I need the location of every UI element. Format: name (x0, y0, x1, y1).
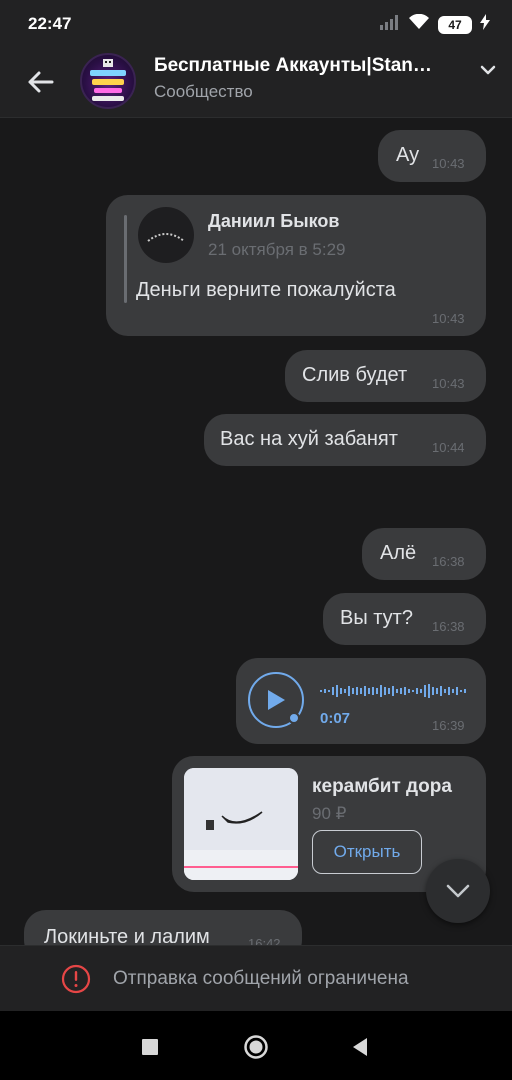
message-text: Локиньте и лалим (44, 926, 210, 945)
message-bubble[interactable]: Слив будет 10:43 (285, 350, 486, 402)
scroll-to-bottom-button[interactable] (426, 859, 490, 923)
status-time: 22:47 (28, 14, 72, 33)
open-product-button[interactable]: Открыть (312, 830, 422, 874)
waveform[interactable] (320, 682, 470, 700)
product-image[interactable] (184, 768, 298, 880)
recents-button[interactable] (134, 1031, 166, 1063)
message-bubble[interactable]: Ау 10:43 (378, 130, 486, 182)
message-text: Алё (380, 542, 417, 564)
message-time: 16:38 (432, 619, 465, 634)
message-text: Вы тут? (340, 607, 413, 629)
quote-author-avatar[interactable] (138, 207, 194, 263)
unplayed-dot (288, 712, 300, 724)
message-text: Ау (396, 144, 420, 166)
message-bubble-incoming[interactable]: Локиньте и лалим 16:42 (24, 910, 302, 945)
back-button[interactable] (20, 62, 60, 102)
voice-message[interactable]: 0:07 16:39 (236, 658, 486, 744)
battery-indicator: 47 (438, 15, 472, 34)
product-price: 90 ₽ (312, 804, 347, 823)
message-text: Вас на хуй забанят (220, 428, 398, 450)
message-time: 10:44 (432, 440, 465, 455)
quote-bar (124, 215, 127, 303)
chat-subtitle: Сообщество (154, 82, 253, 101)
product-title[interactable]: керамбит дора (312, 776, 452, 798)
status-icons: 47 (380, 13, 490, 35)
back-nav-button[interactable] (344, 1031, 376, 1063)
message-time: 10:43 (432, 156, 465, 171)
play-icon (268, 690, 285, 710)
error-icon (61, 964, 91, 994)
chat-header: Бесплатные Аккаунты|Stan… Сообщество (0, 50, 512, 118)
square-icon (142, 1039, 158, 1055)
chevron-down-icon (446, 884, 470, 898)
restriction-bar: Отправка сообщений ограничена (0, 945, 512, 1011)
message-bubble[interactable]: Вас на хуй забанят 10:44 (204, 414, 486, 466)
status-bar: 22:47 47 (0, 0, 512, 50)
message-text: Деньги верните пожалуйста (136, 279, 396, 301)
message-list[interactable]: Ау 10:43 Даниил Быков 21 октября в 5:29 … (0, 119, 512, 945)
community-logo (90, 59, 126, 101)
chevron-down-icon (480, 65, 496, 75)
charging-icon (480, 14, 490, 35)
product-preview (184, 768, 298, 880)
system-navigation-bar (0, 1011, 512, 1080)
voice-duration: 0:07 (320, 710, 351, 727)
header-menu-button[interactable] (474, 56, 502, 84)
signal-icon (380, 14, 400, 35)
message-bubble[interactable]: Алё 16:38 (362, 528, 486, 580)
message-bubble-forwarded[interactable]: Даниил Быков 21 октября в 5:29 Деньги ве… (106, 195, 486, 336)
chat-title[interactable]: Бесплатные Аккаунты|Stan… (154, 55, 470, 77)
triangle-back-icon (353, 1038, 367, 1056)
message-time: 10:43 (432, 376, 465, 391)
message-time: 16:42 (248, 936, 281, 945)
restriction-text: Отправка сообщений ограничена (113, 968, 409, 989)
circle-icon (244, 1035, 268, 1059)
message-time: 10:43 (432, 311, 465, 326)
quote-author-name[interactable]: Даниил Быков (208, 211, 339, 232)
arrow-left-icon (28, 71, 54, 93)
community-avatar[interactable] (80, 53, 136, 109)
wifi-icon (408, 13, 430, 35)
message-time: 16:39 (432, 718, 465, 733)
message-time: 16:38 (432, 554, 465, 569)
quote-date: 21 октября в 5:29 (208, 240, 346, 259)
avatar-logo (147, 233, 185, 242)
home-button[interactable] (240, 1031, 272, 1063)
message-text: Слив будет (302, 364, 408, 386)
message-bubble[interactable]: Вы тут? 16:38 (323, 593, 486, 645)
